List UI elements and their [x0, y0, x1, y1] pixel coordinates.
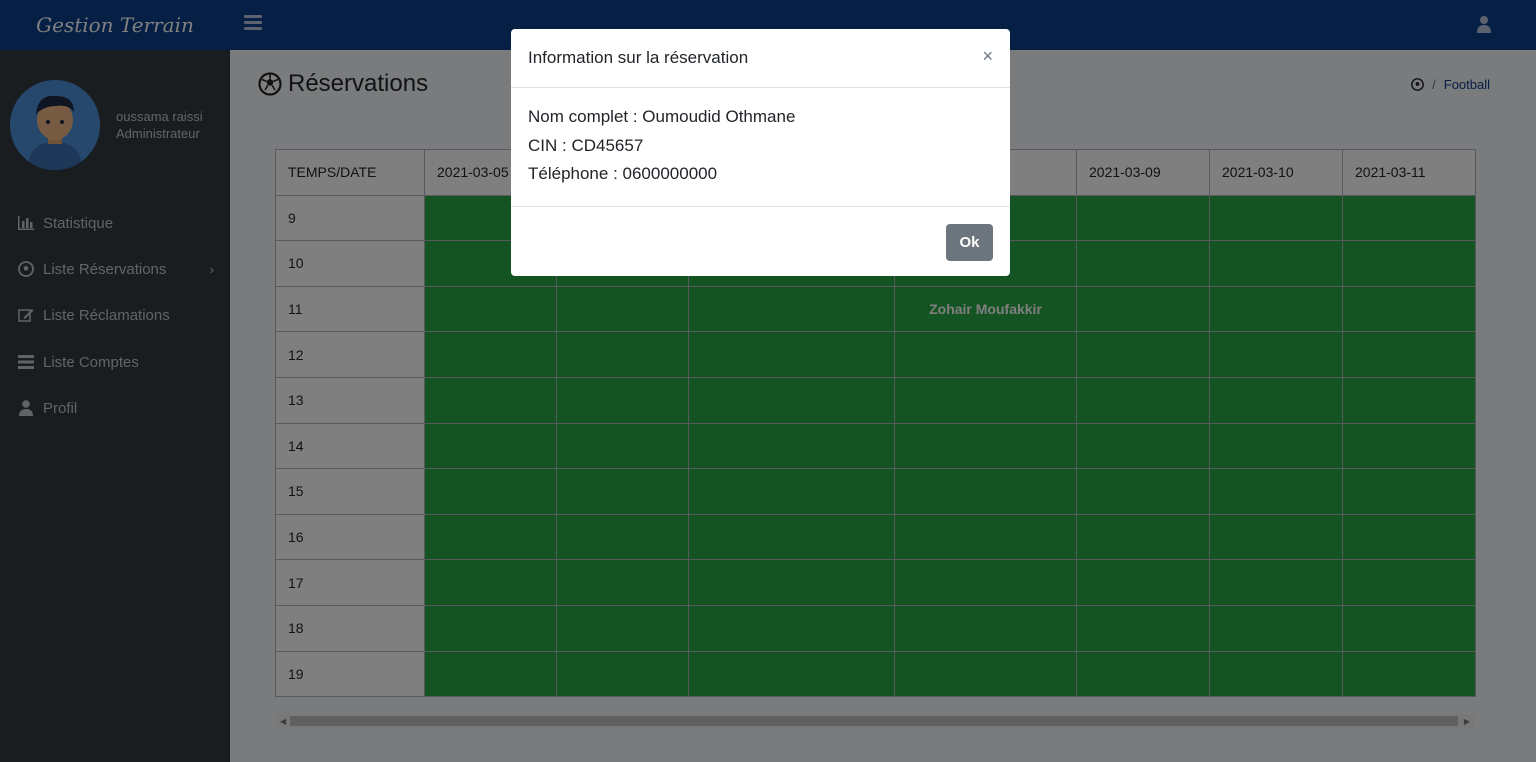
ok-button[interactable]: Ok: [946, 224, 993, 261]
reservation-cin: CIN : CD45657: [528, 135, 644, 155]
reservation-full-name: Nom complet : Oumoudid Othmane: [528, 107, 796, 126]
reservation-info-modal: Information sur la réservation × Nom com…: [511, 29, 1010, 276]
modal-title: Information sur la réservation: [528, 48, 749, 67]
reservation-phone: Téléphone : 0600000000: [528, 164, 718, 183]
modal-footer: Ok: [511, 206, 1010, 276]
modal-body: Nom complet : Oumoudid Othmane CIN : CD4…: [528, 103, 795, 189]
close-icon[interactable]: ×: [982, 46, 993, 66]
modal-header: Information sur la réservation ×: [511, 29, 1010, 88]
